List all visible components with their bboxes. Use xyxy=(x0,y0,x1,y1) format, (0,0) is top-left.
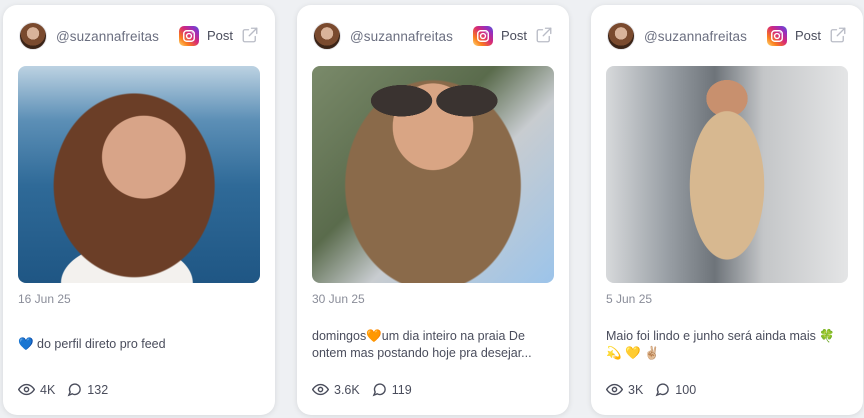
profile-handle[interactable]: @suzannafreitas xyxy=(56,29,159,44)
views-stat: 3K xyxy=(606,381,643,398)
instagram-icon xyxy=(767,26,787,46)
post-date: 5 Jun 25 xyxy=(606,292,653,306)
instagram-icon xyxy=(473,26,493,46)
post-image[interactable] xyxy=(18,66,260,283)
profile-handle[interactable]: @suzannafreitas xyxy=(350,29,453,44)
post-date: 30 Jun 25 xyxy=(312,292,365,306)
external-link-icon[interactable] xyxy=(829,26,847,44)
comments-stat: 132 xyxy=(67,382,108,397)
comments-stat: 100 xyxy=(655,382,696,397)
post-caption: domingos🧡um dia inteiro na praia De onte… xyxy=(312,329,532,360)
external-link-icon[interactable] xyxy=(535,26,553,44)
comments-count: 100 xyxy=(675,382,697,397)
comments-count: 119 xyxy=(391,382,412,397)
post-type-label: Post xyxy=(500,28,527,43)
post-type-label: Post xyxy=(794,28,821,43)
post-stats: 3.6K 119 xyxy=(312,381,424,398)
post-type-label: Post xyxy=(206,28,233,43)
comments-stat: 119 xyxy=(372,382,412,397)
post-stats: 3K 100 xyxy=(606,381,708,398)
profile-handle[interactable]: @suzannafreitas xyxy=(644,29,747,44)
post-card[interactable]: @suzannafreitas Post 16 Jun 25 💙 do perf… xyxy=(3,5,275,415)
post-date: 16 Jun 25 xyxy=(18,292,71,306)
post-card[interactable]: @suzannafreitas Post 5 Jun 25 Maio foi l… xyxy=(591,5,863,415)
post-image[interactable] xyxy=(606,66,848,283)
comment-icon xyxy=(372,383,386,397)
post-caption: 💙 do perfil direto pro feed xyxy=(18,337,166,351)
instagram-icon xyxy=(179,26,199,46)
avatar xyxy=(607,22,635,50)
external-link-icon[interactable] xyxy=(241,26,259,44)
card-header: @suzannafreitas Post xyxy=(313,22,553,50)
views-stat: 3.6K xyxy=(312,381,360,398)
eye-icon xyxy=(18,383,35,396)
views-count: 3.6K xyxy=(334,382,360,397)
views-count: 3K xyxy=(628,382,644,397)
views-count: 4K xyxy=(40,382,56,397)
comment-icon xyxy=(67,383,82,397)
avatar xyxy=(313,22,341,50)
post-caption: Maio foi lindo e junho será ainda mais 🍀… xyxy=(606,329,835,360)
avatar xyxy=(19,22,47,50)
comment-icon xyxy=(655,383,670,397)
post-card[interactable]: @suzannafreitas Post 30 Jun 25 domingos🧡… xyxy=(297,5,569,415)
eye-icon xyxy=(606,383,623,396)
card-header: @suzannafreitas Post xyxy=(19,22,259,50)
post-stats: 4K 132 xyxy=(18,381,120,398)
post-image[interactable] xyxy=(312,66,554,283)
card-header: @suzannafreitas Post xyxy=(607,22,847,50)
comments-count: 132 xyxy=(87,382,109,397)
views-stat: 4K xyxy=(18,381,55,398)
eye-icon xyxy=(312,383,329,396)
